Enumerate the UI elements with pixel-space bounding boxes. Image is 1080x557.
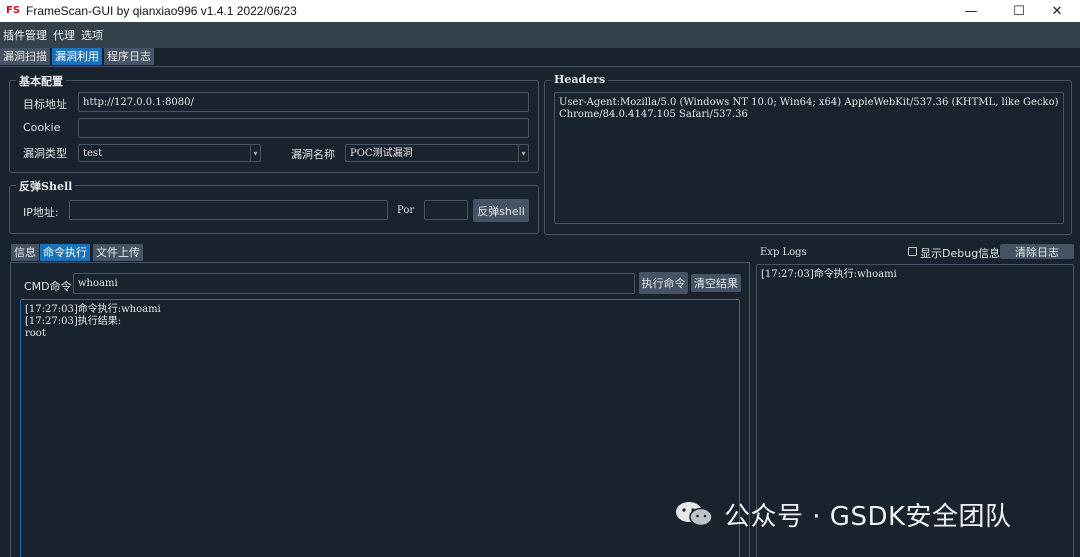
tab-command-exec[interactable]: 命令执行 [40,244,90,261]
headers-title: Headers [551,73,609,86]
vuln-type-label: 漏洞类型 [23,147,67,160]
clear-results-button[interactable]: 清空结果 [691,274,741,292]
tab-info[interactable]: 信息 [11,244,39,261]
close-button[interactable]: ✕ [1034,0,1080,22]
minimize-button[interactable]: — [948,0,994,22]
title-bar: FS FrameScan-GUI by qianxiao996 v1.4.1 2… [0,0,1080,22]
ip-address-input[interactable] [69,200,388,220]
target-address-input[interactable]: http://127.0.0.1:8080/ [78,92,529,112]
menu-plugin-manage[interactable]: 插件管理 [3,27,47,43]
headers-textarea[interactable]: User-Agent:Mozilla/5.0 (Windows NT 10.0;… [554,92,1064,224]
vuln-name-label: 漏洞名称 [291,148,335,161]
wechat-watermark: 公众号 · GSDK安全团队 [674,496,1012,532]
exp-logs-title: Exp Logs [760,247,807,258]
menu-bar: 插件管理 代理 选项 [0,22,1080,48]
window-title: FrameScan-GUI by qianxiao996 v1.4.1 2022… [26,4,297,18]
vuln-type-value: test [83,148,103,159]
tab-vuln-exploit[interactable]: 漏洞利用 [52,48,102,65]
wechat-icon [676,502,713,527]
menu-proxy[interactable]: 代理 [53,27,75,43]
target-address-label: 目标地址 [23,98,67,111]
execute-command-button[interactable]: 执行命令 [639,272,688,294]
chevron-down-icon: ▾ [250,145,260,161]
debug-checkbox-label: 显示Debug信息 [920,247,1001,260]
tab-vuln-scan[interactable]: 漏洞扫描 [0,48,50,65]
vuln-type-select[interactable]: test ▾ [78,144,261,162]
tab-file-upload[interactable]: 文件上传 [93,244,143,261]
debug-checkbox[interactable] [908,247,917,256]
watermark-text: 公众号 · GSDK安全团队 [724,501,1012,532]
clear-log-button[interactable]: 清除日志 [1000,244,1074,259]
tab-program-log[interactable]: 程序日志 [104,48,154,65]
reverse-shell-title: 反弹Shell [16,178,76,194]
cookie-label: Cookie [23,121,61,134]
port-label: Por [397,205,415,216]
port-input[interactable] [424,200,468,220]
reverse-shell-button[interactable]: 反弹shell [473,199,529,222]
app-logo-icon: FS [6,5,21,16]
cookie-input[interactable] [78,118,529,138]
cmd-label: CMD命令 [24,280,72,293]
cmd-output-textarea[interactable]: [17:27:03]命令执行:whoami [17:27:03]执行结果: ro… [20,299,740,557]
chevron-down-icon: ▾ [518,145,528,161]
ip-address-label: IP地址: [23,206,59,219]
cmd-input[interactable]: whoami [73,273,635,294]
vuln-name-select[interactable]: POC测试漏洞 ▾ [345,144,529,162]
basic-config-title: 基本配置 [16,73,66,89]
menu-options[interactable]: 选项 [81,27,103,43]
tab-divider [0,66,1080,67]
vuln-name-value: POC测试漏洞 [350,148,413,159]
main-tab-bar: 漏洞扫描 漏洞利用 程序日志 [0,48,156,66]
